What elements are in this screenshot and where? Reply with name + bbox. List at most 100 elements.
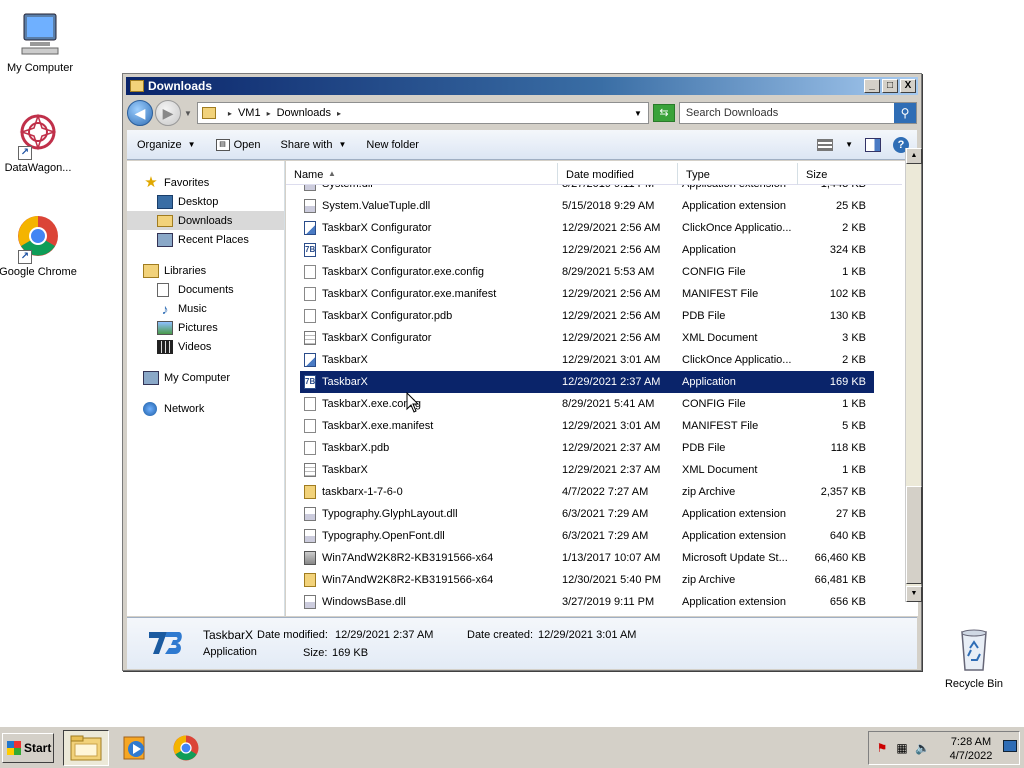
nav-music[interactable]: ♪ Music xyxy=(127,299,284,318)
file-row[interactable]: TaskbarX Configurator 12/29/2021 2:56 AM X… xyxy=(300,327,874,349)
recent-pages-dropdown[interactable]: ▼ xyxy=(184,109,192,118)
taskbar-media-player[interactable] xyxy=(112,730,158,766)
start-button[interactable]: Start xyxy=(2,733,54,763)
nav-label: Music xyxy=(178,302,207,315)
sort-ascending-icon: ▲ xyxy=(328,169,336,178)
libraries-icon xyxy=(143,263,159,278)
nav-favorites[interactable]: ★ Favorites xyxy=(127,173,284,192)
nav-label: Videos xyxy=(178,340,212,353)
organize-button[interactable]: Organize ▼ xyxy=(137,139,196,151)
file-name: Win7AndW2K8R2-KB3191566-x64 xyxy=(322,574,494,586)
file-name: TaskbarX xyxy=(322,464,368,476)
desktop-icon-google-chrome[interactable]: ↗ Google Chrome xyxy=(0,214,78,278)
file-row[interactable]: Win7AndW2K8R2-KB3191566-x64 1/13/2017 10:… xyxy=(300,547,874,569)
file-row[interactable]: TaskbarX.pdb 12/29/2021 2:37 AM PDB File 11… xyxy=(300,437,874,459)
file-date: 12/29/2021 3:01 AM xyxy=(562,354,661,366)
file-date: 12/29/2021 2:56 AM xyxy=(562,288,661,300)
file-row[interactable]: taskbarx-1-7-6-0 4/7/2022 7:27 AM zip Arch… xyxy=(300,481,874,503)
share-with-button[interactable]: Share with ▼ xyxy=(280,139,346,151)
refresh-button[interactable]: ⇆ xyxy=(652,104,675,122)
file-name: System.ValueTuple.dll xyxy=(322,200,431,212)
breadcrumb-vm1[interactable]: VM1 xyxy=(238,107,261,119)
nav-videos[interactable]: Videos xyxy=(127,337,284,356)
desktop-icon-my-computer[interactable]: My Computer xyxy=(0,10,80,74)
organize-label: Organize xyxy=(137,138,182,151)
search-icon[interactable]: ⚲ xyxy=(894,103,916,123)
back-button[interactable]: ◀ xyxy=(127,100,153,126)
scroll-up-button[interactable]: ▲ xyxy=(906,148,922,164)
minimize-button[interactable]: _ xyxy=(864,79,880,93)
file-row[interactable]: System.dll 3/27/2019 9:11 PMApplication e… xyxy=(300,185,874,195)
column-header-type[interactable]: Type xyxy=(678,163,798,185)
open-button[interactable]: ▤ Open xyxy=(215,138,260,151)
file-row[interactable]: TaskbarX 12/29/2021 2:37 AM XML Document 1 … xyxy=(300,459,874,481)
file-name-cell: WindowsBase.dll xyxy=(300,595,558,609)
chevron-right-icon[interactable]: ▸ xyxy=(267,109,271,118)
file-name: TaskbarX.exe.manifest xyxy=(322,420,434,432)
forward-button[interactable]: ▶ xyxy=(155,100,181,126)
file-row[interactable]: TaskbarX Configurator.exe.manifest 12/29/… xyxy=(300,283,874,305)
column-header-size[interactable]: Size xyxy=(798,163,902,185)
column-header-date[interactable]: Date modified xyxy=(558,163,678,185)
network-tray-icon[interactable]: ▦ xyxy=(895,741,909,755)
address-dropdown[interactable]: ▼ xyxy=(634,109,642,118)
file-row[interactable]: System.ValueTuple.dll 5/15/2018 9:29 AM Ap… xyxy=(300,195,874,217)
nav-network[interactable]: Network xyxy=(127,399,284,418)
scroll-down-button[interactable]: ▼ xyxy=(906,586,922,602)
change-view-icon[interactable] xyxy=(817,138,834,151)
open-icon: ▤ xyxy=(215,138,230,151)
nav-documents[interactable]: Documents xyxy=(127,280,284,299)
nav-libraries[interactable]: Libraries xyxy=(127,261,284,280)
system-tray: ⚑ ▦ 🔈 7:28 AM 4/7/2022 xyxy=(868,731,1020,765)
address-bar[interactable]: ▸ VM1 ▸ Downloads ▸ ▼ xyxy=(196,102,649,124)
scroll-thumb[interactable] xyxy=(906,486,922,584)
recent-places-icon xyxy=(157,232,173,247)
file-type: Microsoft Update St... xyxy=(682,552,788,564)
nav-recent-places[interactable]: Recent Places xyxy=(127,230,284,249)
view-dropdown-icon[interactable]: ▼ xyxy=(845,140,853,149)
nav-pictures[interactable]: Pictures xyxy=(127,318,284,337)
file-row[interactable]: Typography.OpenFont.dll 6/3/2021 7:29 AM A… xyxy=(300,525,874,547)
file-row[interactable]: TaskbarX.exe.config 8/29/2021 5:41 AM CONF… xyxy=(300,393,874,415)
file-row[interactable]: TaskbarX Configurator.pdb 12/29/2021 2:56… xyxy=(300,305,874,327)
nav-desktop[interactable]: Desktop xyxy=(127,192,284,211)
preview-pane-icon[interactable] xyxy=(865,137,881,152)
file-row[interactable]: WindowsBase.dll 3/27/2019 9:11 PM Applicat… xyxy=(300,591,874,613)
clock[interactable]: 7:28 AM 4/7/2022 xyxy=(945,735,997,763)
taskbar-chrome[interactable] xyxy=(163,730,209,766)
vertical-scrollbar[interactable]: ▲ ▼ xyxy=(905,148,922,602)
volume-icon[interactable]: 🔈 xyxy=(915,741,930,755)
clock-date: 4/7/2022 xyxy=(949,750,993,762)
chevron-right-icon[interactable]: ▸ xyxy=(228,109,232,118)
file-row[interactable]: TaskbarX Configurator 12/29/2021 2:56 AM C… xyxy=(300,217,874,239)
nav-downloads[interactable]: Downloads xyxy=(127,211,284,230)
desktop-icon-recycle-bin[interactable]: Recycle Bin xyxy=(934,626,1014,690)
desktop-icon-label: My Computer xyxy=(6,62,74,74)
column-header-name[interactable]: Name ▲ xyxy=(286,163,558,185)
file-list: Name ▲ Date modified Type Size System.dll… xyxy=(286,161,918,616)
file-row[interactable]: Typography.GlyphLayout.dll 6/3/2021 7:29 … xyxy=(300,503,874,525)
file-name: TaskbarX Configurator.exe.config xyxy=(322,266,485,278)
file-row[interactable]: Win7AndW2K8R2-KB3191566-x64 12/30/2021 5:… xyxy=(300,569,874,591)
file-row[interactable]: 7B TaskbarX 12/29/2021 2:37 AM Application 1… xyxy=(300,371,874,393)
file-row[interactable]: TaskbarX 12/29/2021 3:01 AM ClickOnce Appl… xyxy=(300,349,874,371)
action-center-flag-icon[interactable]: ⚑ xyxy=(875,741,889,755)
file-type: zip Archive xyxy=(682,574,736,586)
breadcrumb-downloads[interactable]: Downloads xyxy=(277,107,331,119)
file-row[interactable]: TaskbarX Configurator.exe.config 8/29/202… xyxy=(300,261,874,283)
file-file-icon xyxy=(304,441,316,455)
new-folder-button[interactable]: New folder xyxy=(366,139,419,151)
details-pane: TaskbarX Application Date modified: 12/2… xyxy=(127,617,917,669)
search-input[interactable]: Search Downloads ⚲ xyxy=(678,102,917,124)
file-row[interactable]: TaskbarX.exe.manifest 12/29/2021 3:01 AM M… xyxy=(300,415,874,437)
close-button[interactable]: X xyxy=(900,79,916,93)
show-desktop-icon[interactable] xyxy=(1003,740,1017,752)
desktop-icon-datawagon[interactable]: ↗ DataWagon... xyxy=(0,110,78,174)
chevron-right-icon[interactable]: ▸ xyxy=(337,109,341,118)
nav-label: Network xyxy=(164,402,205,415)
maximize-button[interactable]: □ xyxy=(882,79,898,93)
title-bar[interactable]: Downloads _ □ X xyxy=(126,77,918,95)
nav-my-computer[interactable]: My Computer xyxy=(127,368,284,387)
taskbar-explorer[interactable] xyxy=(63,730,109,766)
file-row[interactable]: 7B TaskbarX Configurator 12/29/2021 2:56 A… xyxy=(300,239,874,261)
